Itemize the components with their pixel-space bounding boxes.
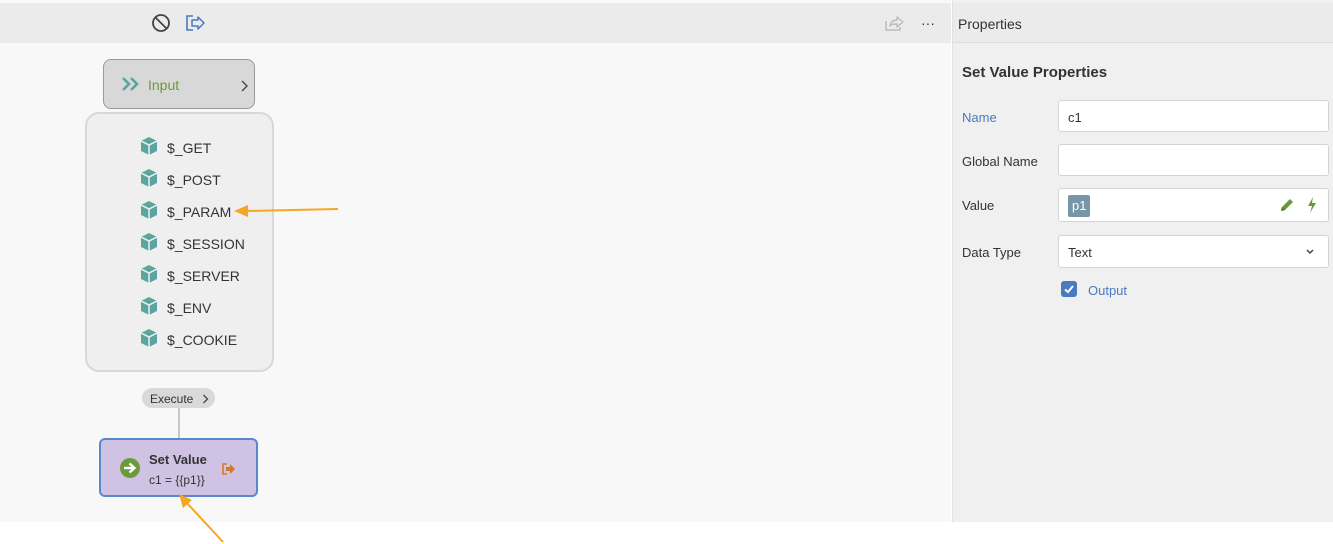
global-item-label: $_POST bbox=[167, 172, 221, 188]
global-item-session[interactable]: $_SESSION bbox=[139, 232, 245, 257]
global-item-server[interactable]: $_SERVER bbox=[139, 264, 240, 289]
global-name-label: Global Name bbox=[962, 154, 1038, 169]
data-type-selected: Text bbox=[1068, 245, 1092, 260]
execute-label: Execute bbox=[150, 392, 194, 406]
output-port-icon[interactable] bbox=[221, 462, 237, 481]
lightning-icon[interactable] bbox=[1307, 197, 1317, 216]
cube-icon bbox=[139, 296, 159, 321]
input-globals-panel: $_GET $_POST $_PARAM $_SESSION $_SERVER … bbox=[85, 112, 274, 372]
data-type-select[interactable]: Text bbox=[1058, 235, 1329, 268]
global-name-field[interactable] bbox=[1058, 144, 1329, 176]
more-options-button[interactable]: ··· bbox=[916, 11, 940, 35]
data-type-label: Data Type bbox=[962, 245, 1022, 260]
global-item-cookie[interactable]: $_COOKIE bbox=[139, 328, 238, 353]
output-checkbox-label: Output bbox=[1088, 283, 1128, 298]
value-field[interactable]: p1 bbox=[1058, 188, 1329, 222]
share-icon[interactable] bbox=[882, 11, 906, 35]
cube-icon bbox=[139, 136, 159, 161]
properties-title: Set Value Properties bbox=[962, 64, 1108, 81]
execute-port-button[interactable]: Execute bbox=[142, 388, 215, 408]
value-label: Value bbox=[962, 198, 995, 213]
name-field[interactable]: c1 bbox=[1058, 100, 1329, 132]
global-item-get[interactable]: $_GET bbox=[139, 136, 212, 161]
arrow-circle-right-icon bbox=[119, 457, 141, 484]
disable-icon[interactable] bbox=[149, 11, 173, 35]
chevron-right-icon[interactable] bbox=[240, 79, 248, 97]
global-item-label: $_SESSION bbox=[167, 236, 245, 252]
global-item-label: $_SERVER bbox=[167, 268, 240, 284]
double-chevron-icon bbox=[121, 76, 141, 97]
checkmark-icon bbox=[1064, 285, 1074, 294]
exit-icon[interactable] bbox=[183, 11, 207, 35]
cube-icon bbox=[139, 264, 159, 289]
set-value-node-expression: c1 = {{p1}} bbox=[149, 473, 205, 487]
global-item-label: $_ENV bbox=[167, 300, 212, 316]
global-item-param[interactable]: $_PARAM bbox=[139, 200, 232, 225]
flow-connector-line bbox=[178, 408, 180, 439]
global-item-label: $_COOKIE bbox=[167, 332, 238, 348]
pencil-icon[interactable] bbox=[1279, 197, 1295, 216]
app-window: ··· Input $_GET $_POST $_PARAM $_SESSION… bbox=[0, 0, 1333, 544]
global-item-post[interactable]: $_POST bbox=[139, 168, 221, 193]
name-field-value: c1 bbox=[1068, 110, 1082, 125]
global-item-env[interactable]: $_ENV bbox=[139, 296, 212, 321]
global-item-label: $_GET bbox=[167, 140, 212, 156]
global-item-label: $_PARAM bbox=[167, 204, 232, 220]
cube-icon bbox=[139, 200, 159, 225]
canvas-toolbar: ··· bbox=[0, 3, 951, 43]
cube-icon bbox=[139, 328, 159, 353]
name-label: Name bbox=[962, 110, 997, 125]
properties-header-label: Properties bbox=[958, 16, 1022, 32]
input-node-label: Input bbox=[148, 77, 180, 93]
cube-icon bbox=[139, 168, 159, 193]
set-value-node-title: Set Value bbox=[149, 452, 207, 467]
properties-panel: Properties Set Value Properties Name c1 … bbox=[952, 0, 1333, 522]
properties-header: Properties bbox=[953, 3, 1333, 43]
flow-canvas[interactable]: ··· Input $_GET $_POST $_PARAM $_SESSION… bbox=[0, 0, 951, 522]
output-checkbox[interactable] bbox=[1061, 281, 1077, 297]
chevron-right-icon bbox=[202, 393, 209, 407]
input-node[interactable]: Input bbox=[103, 59, 255, 109]
cube-icon bbox=[139, 232, 159, 257]
value-token-chip[interactable]: p1 bbox=[1068, 195, 1091, 217]
chevron-down-icon bbox=[1304, 245, 1316, 260]
set-value-node[interactable]: Set Value c1 = {{p1}} bbox=[99, 438, 258, 497]
